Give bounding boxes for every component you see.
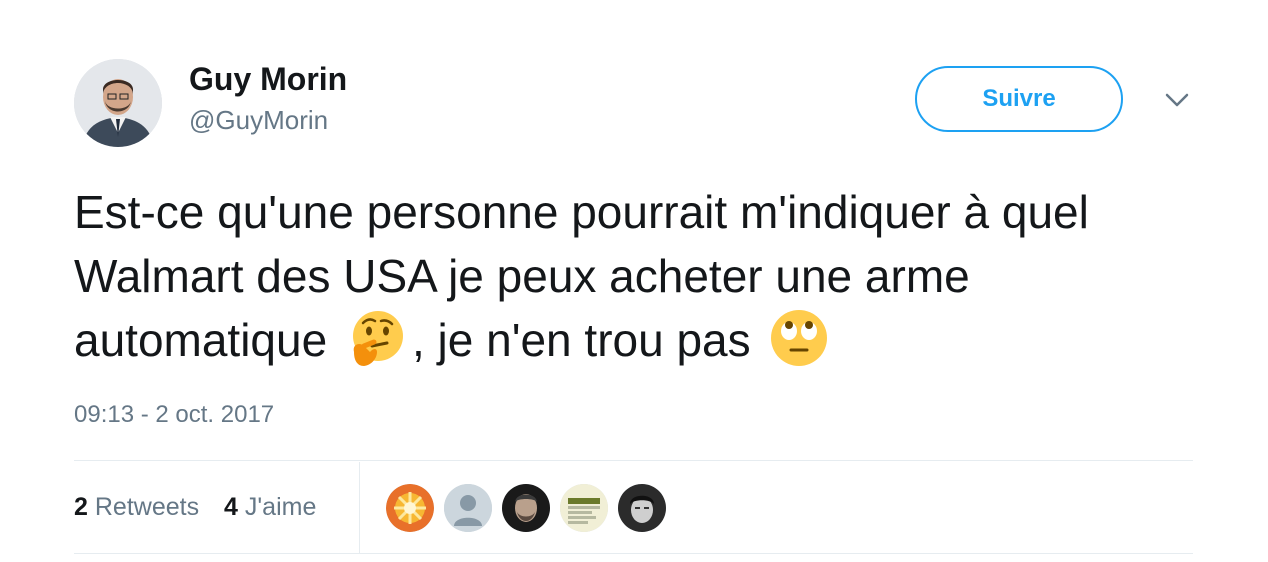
retweets-count: 2 — [74, 493, 88, 521]
liker-avatar[interactable] — [560, 484, 608, 532]
retweets-label: Retweets — [94, 493, 200, 521]
tweet-stats: 2 Retweets 4 J'aime — [74, 492, 334, 522]
likers-avatar-list — [386, 484, 676, 532]
likes-count: 4 — [224, 493, 238, 521]
liker-avatar[interactable] — [386, 484, 434, 532]
likes-stat[interactable]: 4 J'aime — [224, 492, 316, 522]
divider-top — [74, 460, 1193, 461]
face-with-rolling-eyes-icon — [769, 308, 829, 368]
author-handle[interactable]: @GuyMorin — [189, 104, 328, 136]
author-name[interactable]: Guy Morin — [189, 60, 347, 98]
follow-button[interactable]: Suivre — [915, 66, 1123, 132]
liker-avatar[interactable] — [502, 484, 550, 532]
chevron-down-icon[interactable] — [1163, 90, 1191, 110]
retweets-stat[interactable]: 2 Retweets — [74, 492, 199, 522]
tweet-text: Est-ce qu'une personne pourrait m'indiqu… — [74, 180, 1224, 372]
liker-avatar[interactable] — [444, 484, 492, 532]
liker-avatar[interactable] — [618, 484, 666, 532]
tweet-timestamp[interactable]: 09:13 - 2 oct. 2017 — [74, 400, 274, 430]
author-avatar[interactable] — [74, 59, 162, 147]
stats-separator — [359, 462, 360, 553]
likes-label: J'aime — [244, 493, 317, 521]
thinking-face-icon — [346, 308, 406, 368]
tweet-text-part2: , je n'en trou pas — [411, 314, 751, 366]
divider-bottom — [74, 553, 1193, 554]
